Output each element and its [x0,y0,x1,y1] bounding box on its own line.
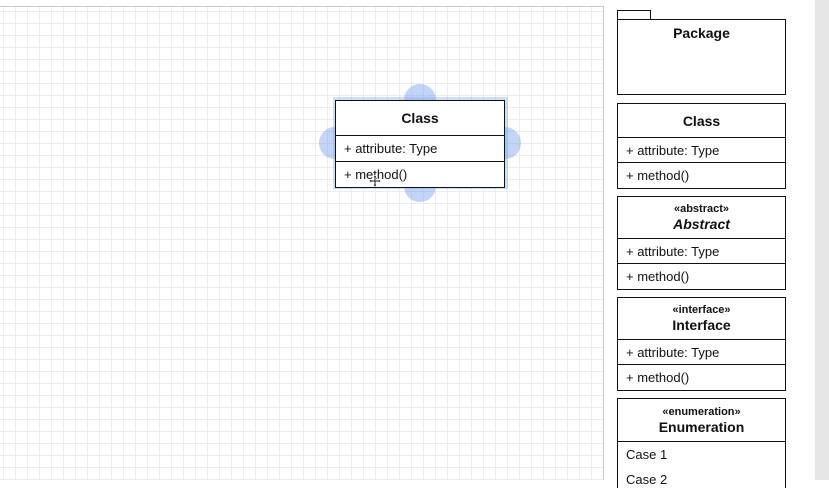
palette-class-attribute: + attribute: Type [618,138,785,163]
class-attribute[interactable]: + attribute: Type [336,136,504,162]
interface-name: Interface [672,317,731,333]
palette-abstract[interactable]: «abstract» Abstract + attribute: Type + … [617,196,786,290]
class-name[interactable]: Class [336,101,504,136]
shape-palette: Package Class + attribute: Type + method… [610,0,815,488]
diagram-canvas[interactable] [0,6,604,480]
palette-class[interactable]: Class + attribute: Type + method() [617,103,786,189]
abstract-stereotype: «abstract» [673,203,730,215]
palette-class-method: + method() [626,168,690,183]
palette-enumeration[interactable]: «enumeration» Enumeration Case 1 Case 2 [617,398,786,488]
move-cursor-icon [369,175,381,187]
palette-interface[interactable]: «interface» Interface + attribute: Type … [617,297,786,391]
palette-interface-method: + method() [626,370,690,385]
palette-abstract-attribute: + attribute: Type [618,239,785,264]
enumeration-stereotype: «enumeration» [662,405,741,418]
palette-class-name: Class [682,112,721,129]
abstract-name: Abstract [673,216,730,232]
interface-stereotype: «interface» [672,304,731,316]
enumeration-case: Case 1 [626,447,668,462]
class-method[interactable]: + method() [336,162,504,187]
enumeration-name: Enumeration [658,418,745,435]
palette-interface-attribute: + attribute: Type [618,340,785,365]
palette-package[interactable]: Package [617,19,786,95]
package-label: Package [673,25,730,41]
selected-class-shape[interactable]: Class + attribute: Type + method() [335,100,505,188]
vertical-scrollbar[interactable] [815,0,829,480]
palette-abstract-method: + method() [626,269,690,284]
